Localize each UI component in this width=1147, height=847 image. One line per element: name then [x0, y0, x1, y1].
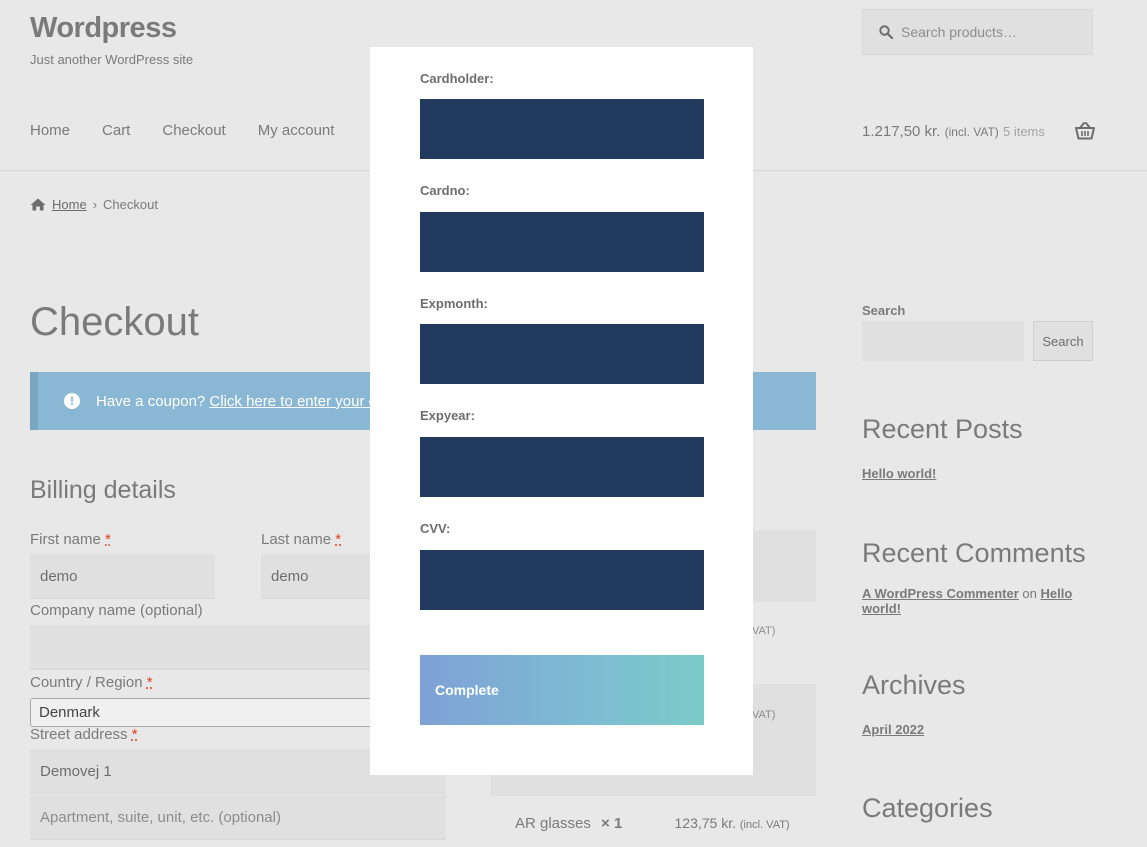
- first-name-label: First name *: [30, 531, 111, 548]
- nav-item-my-account[interactable]: My account: [258, 122, 335, 139]
- breadcrumb-separator: ›: [92, 197, 98, 212]
- exp-year-input[interactable]: [420, 437, 704, 497]
- order-vat-fragment: VAT): [752, 625, 776, 637]
- nav-item-home[interactable]: Home: [30, 122, 70, 139]
- basket-icon[interactable]: [1075, 122, 1095, 140]
- payment-modal: Cardholder: Cardno: Expmonth: Expyear: C…: [370, 47, 753, 775]
- product-search-input[interactable]: Search products…: [862, 9, 1093, 55]
- complete-button[interactable]: Complete: [420, 655, 704, 725]
- site-tagline: Just another WordPress site: [30, 52, 194, 67]
- billing-details-title: Billing details: [30, 476, 176, 504]
- card-number-input[interactable]: [420, 212, 704, 272]
- breadcrumb-home-link[interactable]: Home: [52, 197, 87, 212]
- required-mark: *: [131, 726, 138, 743]
- categories-title: Categories: [862, 793, 993, 823]
- cvv-label: CVV:: [420, 521, 451, 536]
- home-icon: [30, 198, 46, 211]
- nav-item-cart[interactable]: Cart: [102, 122, 130, 139]
- recent-comment: A WordPress Commenter on Hello world!: [862, 586, 1073, 616]
- primary-nav: Home Cart Checkout My account: [30, 122, 334, 139]
- search-icon: [879, 25, 893, 39]
- recent-posts-title: Recent Posts: [862, 414, 1023, 444]
- cardno-label: Cardno:: [420, 183, 470, 198]
- product-quantity: × 1: [601, 815, 623, 832]
- cart-item-count: 5 items: [1002, 124, 1045, 139]
- cvv-input[interactable]: [420, 550, 704, 610]
- sidebar-search-label: Search: [862, 303, 906, 318]
- cardholder-label: Cardholder:: [420, 71, 494, 86]
- first-name-field[interactable]: demo: [30, 554, 215, 599]
- exp-month-input[interactable]: [420, 324, 704, 384]
- cart-vat-note: (incl. VAT): [944, 125, 999, 139]
- page-title: Checkout: [30, 300, 199, 344]
- coupon-text: Have a coupon?: [96, 392, 206, 410]
- last-name-label: Last name *: [261, 531, 342, 548]
- expyear-label: Expyear:: [420, 408, 475, 423]
- sidebar-search-input[interactable]: [862, 321, 1024, 361]
- breadcrumb-current: Checkout: [103, 197, 158, 212]
- order-line-item: AR glasses × 1 123,75 kr. (incl. VAT): [515, 815, 790, 832]
- company-name-label: Company name (optional): [30, 602, 203, 619]
- comment-author-link[interactable]: A WordPress Commenter: [862, 586, 1019, 601]
- info-icon: !: [64, 393, 80, 409]
- product-price: 123,75 kr. (incl. VAT): [674, 815, 790, 831]
- product-name: AR glasses: [515, 815, 591, 832]
- cart-amount: 1.217,50 kr.: [862, 123, 941, 140]
- breadcrumb: Home › Checkout: [30, 197, 158, 212]
- required-mark: *: [105, 531, 111, 548]
- recent-comments-title: Recent Comments: [862, 538, 1086, 568]
- street-address-label: Street address *: [30, 726, 138, 743]
- header-cart-total[interactable]: 1.217,50 kr. (incl. VAT) 5 items: [862, 123, 1045, 140]
- expmonth-label: Expmonth:: [420, 296, 488, 311]
- archive-link[interactable]: April 2022: [862, 722, 924, 737]
- required-mark: *: [146, 674, 153, 691]
- site-title[interactable]: Wordpress: [30, 12, 177, 45]
- search-placeholder: Search products…: [901, 24, 1017, 40]
- nav-item-checkout[interactable]: Checkout: [162, 122, 225, 139]
- recent-post-link[interactable]: Hello world!: [862, 466, 936, 481]
- country-label: Country / Region *: [30, 674, 153, 691]
- archives-title: Archives: [862, 670, 966, 700]
- order-vat-fragment: VAT): [752, 709, 776, 721]
- sidebar-search-button[interactable]: Search: [1033, 321, 1093, 361]
- required-mark: *: [335, 531, 342, 548]
- apartment-field[interactable]: Apartment, suite, unit, etc. (optional): [30, 795, 446, 840]
- cardholder-input[interactable]: [420, 99, 704, 159]
